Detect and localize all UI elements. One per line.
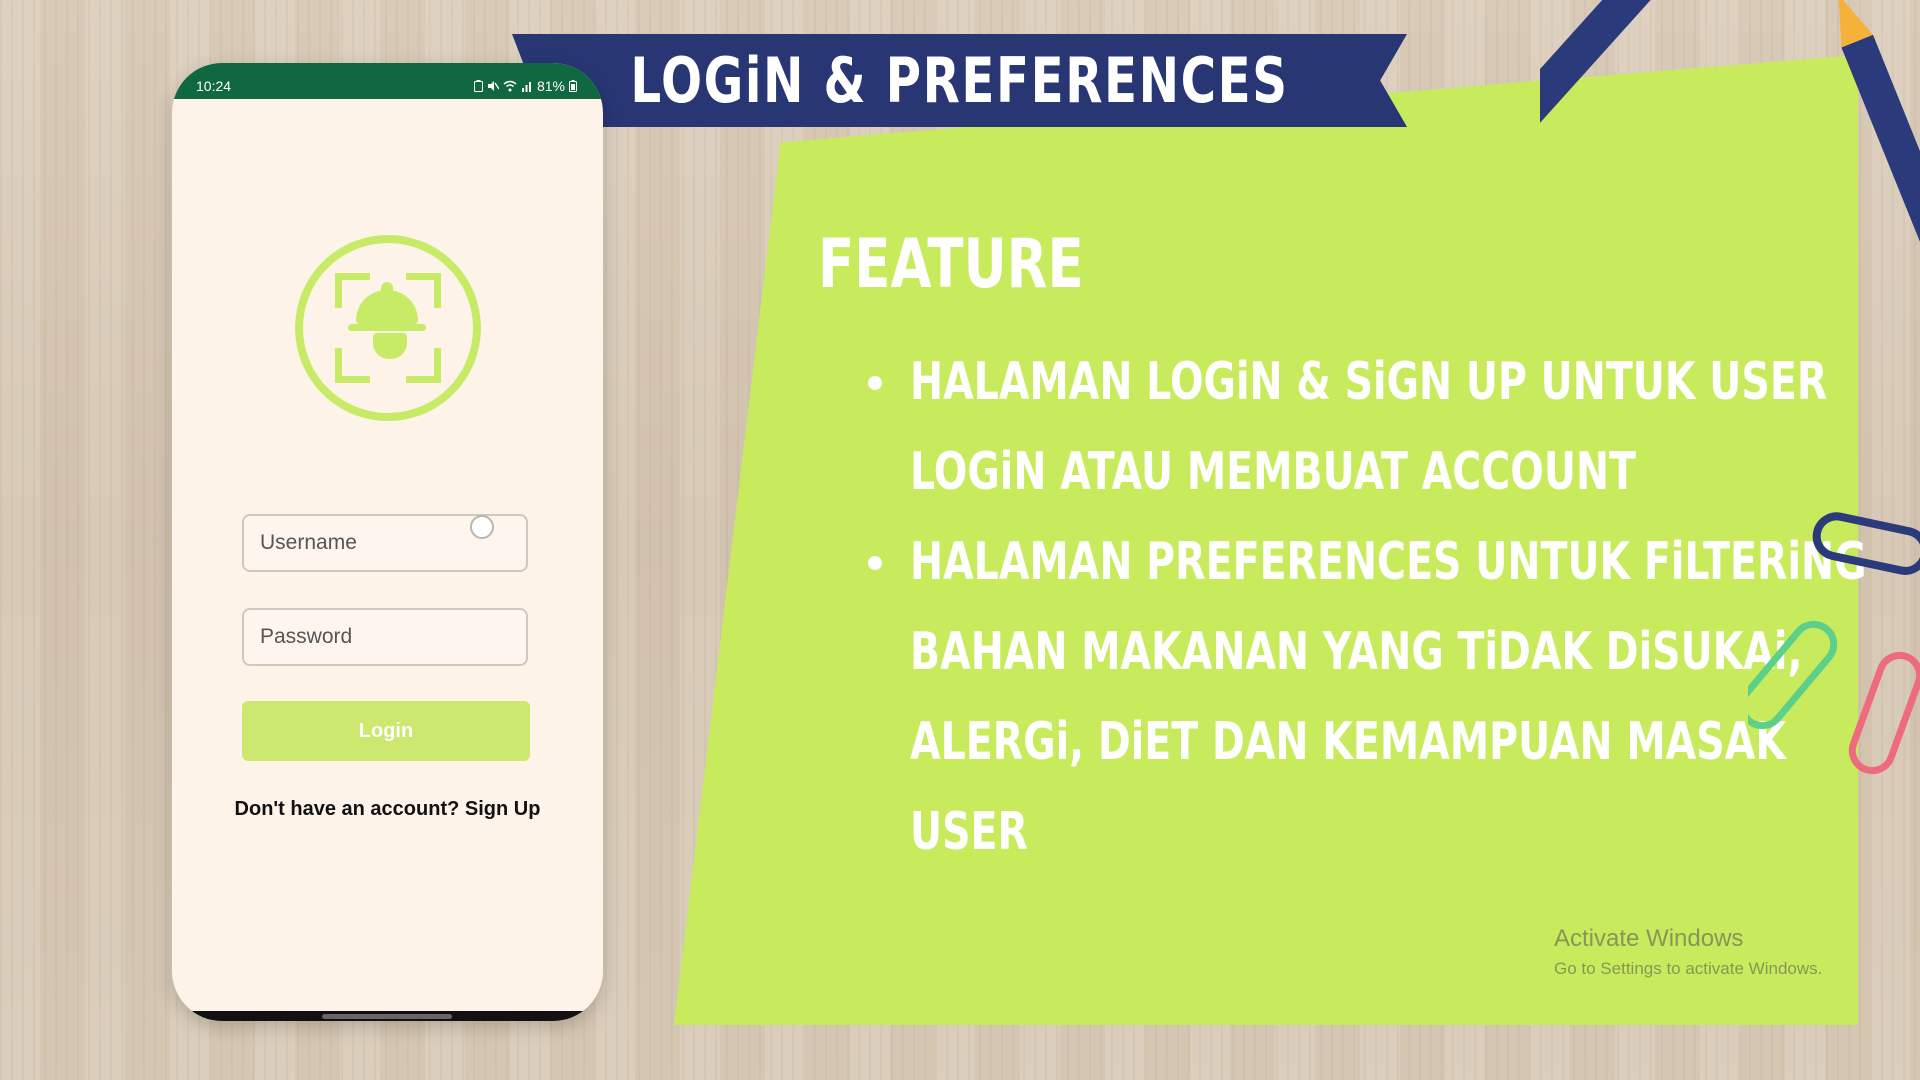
windows-watermark: Activate Windows Go to Settings to activ… — [1554, 925, 1822, 979]
paperclips-decoration-icon — [1748, 512, 1920, 775]
slide-title: LOGiN & PREFERENCES — [630, 44, 1289, 117]
pencils-decoration-icon — [1540, 0, 1920, 289]
status-time: 10:24 — [196, 78, 232, 94]
battery-saver-icon — [473, 80, 483, 92]
home-indicator[interactable] — [322, 1014, 452, 1019]
feature-list: HALAMAN LOGiN & SiGN UP UNTUK USER LOGiN… — [868, 337, 1867, 877]
bullet-icon — [868, 376, 882, 390]
feature-heading: FEATURE — [818, 225, 1084, 304]
app-logo-icon — [295, 235, 481, 421]
status-icons: 81% — [473, 78, 577, 94]
mute-icon — [487, 81, 499, 91]
phone-screen: 10:24 81% Username Password Login Don't … — [172, 63, 603, 1021]
password-input[interactable]: Password — [242, 608, 528, 666]
signal-icon — [521, 82, 531, 92]
watermark-title: Activate Windows — [1554, 925, 1744, 952]
bullet-icon — [868, 556, 882, 570]
watermark-subtitle: Go to Settings to activate Windows. — [1554, 959, 1823, 978]
home-bar — [172, 1011, 603, 1021]
wifi-icon — [503, 80, 517, 92]
status-bar: 10:24 81% — [172, 63, 603, 99]
feature-item-preferences: HALAMAN PREFERENCES UNTUK FiLTERiNG BAHA… — [868, 517, 1867, 877]
login-button[interactable]: Login — [242, 701, 530, 761]
signup-link[interactable]: Don't have an account? Sign Up — [172, 798, 603, 821]
battery-icon — [569, 80, 577, 92]
battery-percent: 81% — [536, 78, 565, 94]
touch-indicator — [470, 515, 494, 539]
feature-item-login: HALAMAN LOGiN & SiGN UP UNTUK USER LOGiN… — [868, 337, 1848, 517]
